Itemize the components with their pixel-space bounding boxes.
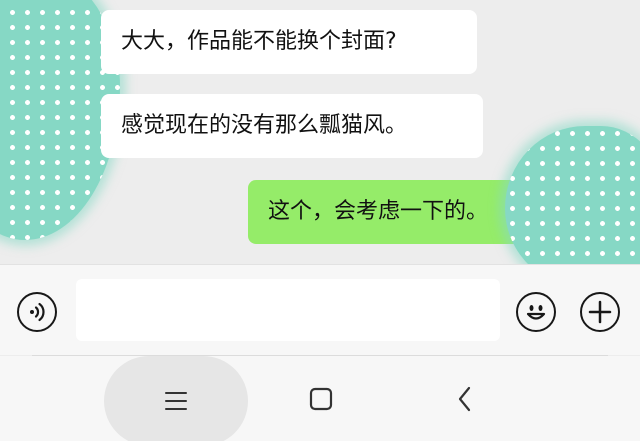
outgoing-message-bubble[interactable]: 这个，会考虑一下的。 [248,180,530,244]
incoming-message-bubble[interactable]: 感觉现在的没有那么瓢猫风。 [101,94,483,158]
recent-apps-button[interactable] [104,356,248,441]
home-button[interactable] [281,356,361,441]
voice-icon [30,302,45,322]
system-navigation-bar [0,356,640,441]
message-text: 感觉现在的没有那么瓢猫风。 [121,113,408,138]
emoji-button[interactable] [516,292,556,332]
message-text: 这个，会考虑一下的。 [268,199,489,224]
home-icon [309,387,333,410]
menu-icon [165,392,187,410]
message-input[interactable] [76,279,500,341]
chat-screen: 大大，作品能不能换个封面? 感觉现在的没有那么瓢猫风。 这个，会考虑一下的。 [0,0,640,441]
back-button[interactable] [425,356,505,441]
plus-icon [588,300,612,324]
emoji-icon [526,305,546,320]
incoming-message-bubble[interactable]: 大大，作品能不能换个封面? [101,10,477,74]
message-input-bar [0,264,640,355]
more-options-button[interactable] [580,292,620,332]
message-text: 大大，作品能不能换个封面? [121,29,397,54]
voice-input-button[interactable] [17,292,57,332]
divider [32,355,608,356]
back-icon [458,386,471,411]
